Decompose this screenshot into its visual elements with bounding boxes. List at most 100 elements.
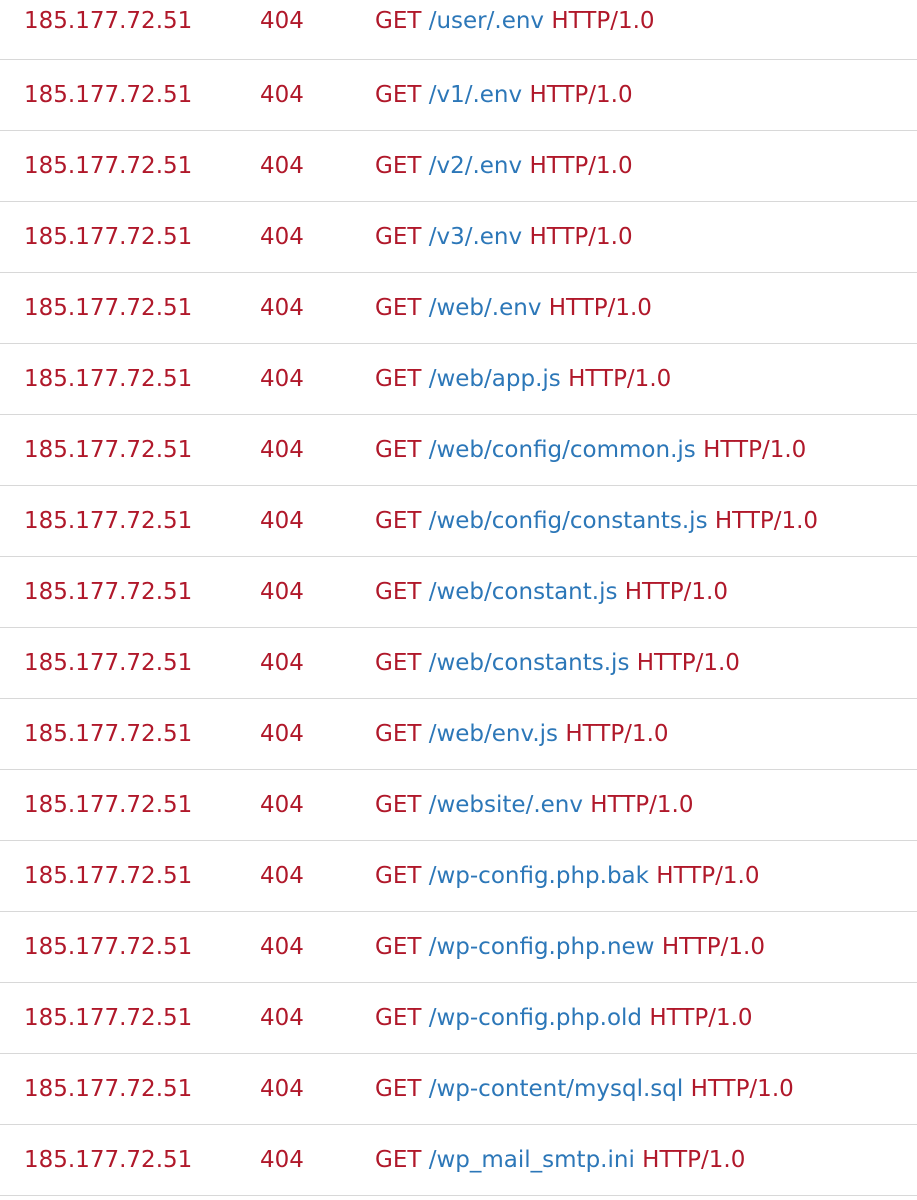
http-method: GET <box>375 1075 422 1102</box>
log-row: 185.177.72.51 404 GET /wp_mail_smtp.ini … <box>0 1124 917 1195</box>
http-protocol: HTTP/1.0 <box>703 436 807 463</box>
request-line: GET /website/.env HTTP/1.0 <box>375 769 917 840</box>
status-code: 404 <box>260 1146 304 1173</box>
http-method: GET <box>375 720 422 747</box>
request-path-link[interactable]: /web/config/constants.js <box>429 508 708 534</box>
request-path-link[interactable]: /user/.env <box>429 8 544 34</box>
http-protocol: HTTP/1.0 <box>529 81 633 108</box>
status-code: 404 <box>260 365 304 392</box>
request-path-link[interactable]: /web/app.js <box>429 366 561 392</box>
request-path-link[interactable]: /wp-content/mysql.sql <box>429 1076 684 1102</box>
http-method: GET <box>375 152 422 179</box>
log-row: 185.177.72.51 404 GET /web/constants.js … <box>0 627 917 698</box>
http-protocol: HTTP/1.0 <box>656 862 760 889</box>
request-path-link[interactable]: /web/config/common.js <box>429 437 696 463</box>
request-path-link[interactable]: /wp-config.php.new <box>429 934 655 960</box>
request-line: GET /wp-config.php.new HTTP/1.0 <box>375 911 917 982</box>
http-method: GET <box>375 294 422 321</box>
request-line: GET /web/app.js HTTP/1.0 <box>375 343 917 414</box>
http-protocol: HTTP/1.0 <box>529 152 633 179</box>
status-code: 404 <box>260 81 304 108</box>
http-method: GET <box>375 81 422 108</box>
request-line: GET /web/config/constants.js HTTP/1.0 <box>375 485 917 556</box>
client-ip: 185.177.72.51 <box>24 1146 193 1173</box>
log-row: 185.177.72.51 404 GET /v2/.env HTTP/1.0 <box>0 130 917 201</box>
http-protocol: HTTP/1.0 <box>529 223 633 250</box>
status-code: 404 <box>260 933 304 960</box>
log-row: 185.177.72.51 404 GET /user/.env HTTP/1.… <box>0 0 917 59</box>
request-path-link[interactable]: /website/.env <box>429 792 583 818</box>
status-code: 404 <box>260 507 304 534</box>
http-protocol: HTTP/1.0 <box>565 720 669 747</box>
http-protocol: HTTP/1.0 <box>649 1004 753 1031</box>
request-path-link[interactable]: /web/constant.js <box>429 579 618 605</box>
request-path-link[interactable]: /v1/.env <box>429 82 522 108</box>
request-line: GET /web/config/common.js HTTP/1.0 <box>375 414 917 485</box>
access-log-body: 185.177.72.51 404 GET /user/.env HTTP/1.… <box>0 0 917 1195</box>
request-path-link[interactable]: /wp-config.php.old <box>429 1005 642 1031</box>
http-protocol: HTTP/1.0 <box>590 791 694 818</box>
http-method: GET <box>375 933 422 960</box>
client-ip: 185.177.72.51 <box>24 1004 193 1031</box>
http-method: GET <box>375 1146 422 1173</box>
http-protocol: HTTP/1.0 <box>568 365 672 392</box>
status-code: 404 <box>260 791 304 818</box>
log-row: 185.177.72.51 404 GET /web/app.js HTTP/1… <box>0 343 917 414</box>
http-method: GET <box>375 365 422 392</box>
request-path-link[interactable]: /web/.env <box>429 295 542 321</box>
http-protocol: HTTP/1.0 <box>548 294 652 321</box>
http-method: GET <box>375 507 422 534</box>
request-line: GET /wp_mail_smtp.ini HTTP/1.0 <box>375 1124 917 1195</box>
status-code: 404 <box>260 436 304 463</box>
request-line: GET /v1/.env HTTP/1.0 <box>375 59 917 130</box>
http-protocol: HTTP/1.0 <box>714 507 819 534</box>
status-code: 404 <box>260 152 304 179</box>
client-ip: 185.177.72.51 <box>24 223 193 250</box>
log-row: 185.177.72.51 404 GET /wp-content/mysql.… <box>0 1053 917 1124</box>
http-method: GET <box>375 436 422 463</box>
log-row: 185.177.72.51 404 GET /wp-config.php.old… <box>0 982 917 1053</box>
status-code: 404 <box>260 862 304 889</box>
http-method: GET <box>375 8 422 34</box>
client-ip: 185.177.72.51 <box>24 578 193 605</box>
http-protocol: HTTP/1.0 <box>690 1075 794 1102</box>
status-code: 404 <box>260 294 304 321</box>
request-line: GET /web/.env HTTP/1.0 <box>375 272 917 343</box>
status-code: 404 <box>260 8 304 34</box>
request-path-link[interactable]: /wp_mail_smtp.ini <box>429 1147 635 1173</box>
request-path-link[interactable]: /v2/.env <box>429 153 522 179</box>
request-path-link[interactable]: /web/env.js <box>429 721 558 747</box>
request-line: GET /wp-config.php.old HTTP/1.0 <box>375 982 917 1053</box>
request-line: GET /wp-config.php.bak HTTP/1.0 <box>375 840 917 911</box>
status-code: 404 <box>260 720 304 747</box>
http-protocol: HTTP/1.0 <box>642 1146 746 1173</box>
request-line: GET /web/env.js HTTP/1.0 <box>375 698 917 769</box>
http-method: GET <box>375 578 422 605</box>
log-row: 185.177.72.51 404 GET /wp-config.php.bak… <box>0 840 917 911</box>
client-ip: 185.177.72.51 <box>24 791 193 818</box>
client-ip: 185.177.72.51 <box>24 152 193 179</box>
request-line: GET /user/.env HTTP/1.0 <box>375 0 917 59</box>
http-protocol: HTTP/1.0 <box>551 8 655 34</box>
client-ip: 185.177.72.51 <box>24 1075 193 1102</box>
http-method: GET <box>375 791 422 818</box>
log-row: 185.177.72.51 404 GET /web/.env HTTP/1.0 <box>0 272 917 343</box>
request-path-link[interactable]: /web/constants.js <box>429 650 630 676</box>
request-path-link[interactable]: /wp-config.php.bak <box>429 863 649 889</box>
http-method: GET <box>375 223 422 250</box>
client-ip: 185.177.72.51 <box>24 436 193 463</box>
client-ip: 185.177.72.51 <box>24 933 193 960</box>
status-code: 404 <box>260 578 304 605</box>
log-row: 185.177.72.51 404 GET /v3/.env HTTP/1.0 <box>0 201 917 272</box>
client-ip: 185.177.72.51 <box>24 365 193 392</box>
request-line: GET /v3/.env HTTP/1.0 <box>375 201 917 272</box>
http-method: GET <box>375 1004 422 1031</box>
request-path-link[interactable]: /v3/.env <box>429 224 522 250</box>
client-ip: 185.177.72.51 <box>24 720 193 747</box>
http-method: GET <box>375 862 422 889</box>
http-protocol: HTTP/1.0 <box>636 649 740 676</box>
log-row: 185.177.72.51 404 GET /wp-config.php.new… <box>0 911 917 982</box>
request-line: GET /wp-content/mysql.sql HTTP/1.0 <box>375 1053 917 1124</box>
client-ip: 185.177.72.51 <box>24 8 193 34</box>
status-code: 404 <box>260 649 304 676</box>
